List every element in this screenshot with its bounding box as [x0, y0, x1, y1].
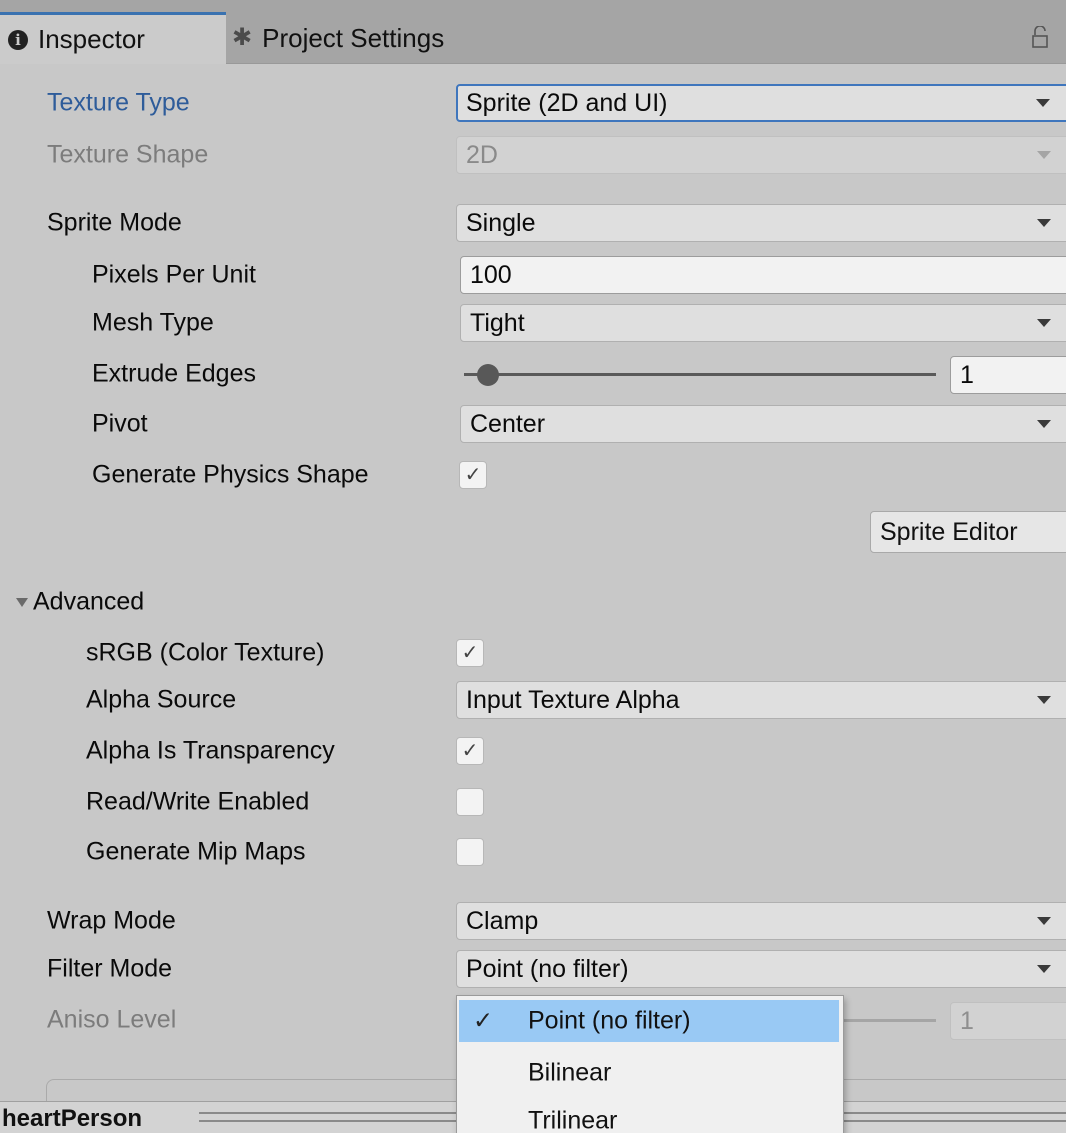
- alpha-is-transparency-label: Alpha Is Transparency: [86, 736, 335, 765]
- tab-project-settings-label: Project Settings: [262, 22, 445, 53]
- read-write-enabled-row: Read/Write Enabled: [0, 780, 1066, 824]
- srgb-label: sRGB (Color Texture): [86, 638, 325, 667]
- wrap-mode-label: Wrap Mode: [47, 906, 176, 935]
- generate-mip-maps-checkbox[interactable]: [456, 838, 484, 866]
- tab-project-settings[interactable]: ✱ Project Settings: [232, 12, 444, 64]
- filter-mode-popup: ✓ Point (no filter) Bilinear Trilinear: [456, 995, 844, 1133]
- chevron-down-icon: [1037, 965, 1051, 973]
- sprite-mode-dropdown[interactable]: Single: [456, 204, 1066, 242]
- pivot-label: Pivot: [92, 409, 148, 438]
- chevron-down-icon: [1037, 319, 1051, 327]
- alpha-is-transparency-row: Alpha Is Transparency ✓: [0, 729, 1066, 773]
- chevron-down-icon: [1037, 219, 1051, 227]
- filter-mode-label: Filter Mode: [47, 954, 173, 983]
- wrap-mode-value: Clamp: [466, 906, 539, 935]
- texture-shape-value: 2D: [466, 140, 498, 169]
- triangle-down-icon: [16, 598, 28, 607]
- asset-name: heartPerson: [2, 1105, 143, 1132]
- filter-option-trilinear[interactable]: Trilinear: [457, 1096, 843, 1133]
- generate-physics-shape-checkbox[interactable]: ✓: [459, 461, 487, 489]
- gear-icon: ✱: [232, 24, 253, 51]
- extrude-edges-label: Extrude Edges: [92, 359, 256, 388]
- texture-shape-row: Texture Shape 2D: [0, 133, 1066, 177]
- filter-option-point[interactable]: ✓ Point (no filter): [457, 996, 843, 1046]
- chevron-down-icon: [1037, 151, 1051, 159]
- texture-type-value: Sprite (2D and UI): [466, 88, 668, 117]
- texture-shape-dropdown: 2D: [456, 136, 1066, 174]
- mesh-type-dropdown[interactable]: Tight: [460, 304, 1066, 342]
- pixels-per-unit-row: Pixels Per Unit 100: [0, 253, 1066, 297]
- aniso-level-value: 1: [960, 1006, 974, 1035]
- srgb-checkbox[interactable]: ✓: [456, 639, 484, 667]
- texture-shape-label: Texture Shape: [47, 140, 209, 169]
- chevron-down-icon: [1037, 696, 1051, 704]
- tab-inspector[interactable]: i Inspector: [0, 12, 226, 64]
- alpha-source-value: Input Texture Alpha: [466, 685, 680, 714]
- checkmark-icon: ✓: [473, 1007, 494, 1035]
- extrude-edges-slider-track[interactable]: [464, 373, 936, 376]
- sprite-mode-row: Sprite Mode Single: [0, 201, 1066, 245]
- pixels-per-unit-label: Pixels Per Unit: [92, 260, 256, 289]
- chevron-down-icon: [1037, 917, 1051, 925]
- filter-option-label: Trilinear: [528, 1106, 618, 1133]
- mesh-type-value: Tight: [470, 308, 525, 337]
- extrude-edges-value: 1: [960, 360, 974, 389]
- wrap-mode-dropdown[interactable]: Clamp: [456, 902, 1066, 940]
- filter-option-label: Point (no filter): [528, 1006, 691, 1035]
- sprite-editor-row: Sprite Editor: [0, 509, 1066, 553]
- texture-type-row: Texture Type Sprite (2D and UI): [0, 81, 1066, 125]
- alpha-is-transparency-checkbox[interactable]: ✓: [456, 737, 484, 765]
- pivot-value: Center: [470, 409, 546, 438]
- sprite-mode-label: Sprite Mode: [47, 208, 182, 237]
- texture-type-dropdown[interactable]: Sprite (2D and UI): [456, 84, 1066, 122]
- pivot-row: Pivot Center: [0, 402, 1066, 446]
- pixels-per-unit-value: 100: [470, 260, 512, 289]
- aniso-level-input: 1: [950, 1002, 1066, 1040]
- extrude-edges-input[interactable]: 1: [950, 356, 1066, 394]
- sprite-editor-button[interactable]: Sprite Editor: [870, 511, 1066, 553]
- lock-icon[interactable]: [1032, 26, 1048, 48]
- mesh-type-label: Mesh Type: [92, 308, 214, 337]
- pixels-per-unit-input[interactable]: 100: [460, 256, 1066, 294]
- filter-option-bilinear[interactable]: Bilinear: [457, 1048, 843, 1098]
- sprite-mode-value: Single: [466, 208, 536, 237]
- alpha-source-dropdown[interactable]: Input Texture Alpha: [456, 681, 1066, 719]
- chevron-down-icon: [1036, 99, 1050, 107]
- filter-mode-value: Point (no filter): [466, 954, 629, 983]
- mesh-type-row: Mesh Type Tight: [0, 301, 1066, 345]
- tab-inspector-label: Inspector: [38, 24, 145, 54]
- aniso-level-label: Aniso Level: [47, 1005, 177, 1034]
- wrap-mode-row: Wrap Mode Clamp: [0, 899, 1066, 943]
- filter-mode-row: Filter Mode Point (no filter): [0, 947, 1066, 991]
- pivot-dropdown[interactable]: Center: [460, 405, 1066, 443]
- extrude-edges-slider-thumb[interactable]: [476, 364, 499, 386]
- texture-type-label: Texture Type: [47, 88, 190, 117]
- tab-bar: i Inspector ✱ Project Settings: [0, 0, 1066, 64]
- generate-mip-maps-label: Generate Mip Maps: [86, 837, 306, 866]
- chevron-down-icon: [1037, 420, 1051, 428]
- advanced-foldout[interactable]: Advanced: [0, 580, 1066, 624]
- generate-mip-maps-row: Generate Mip Maps: [0, 830, 1066, 874]
- generate-physics-shape-label: Generate Physics Shape: [92, 460, 369, 489]
- info-icon: i: [8, 29, 28, 50]
- alpha-source-row: Alpha Source Input Texture Alpha: [0, 678, 1066, 722]
- srgb-row: sRGB (Color Texture) ✓: [0, 631, 1066, 675]
- filter-mode-dropdown[interactable]: Point (no filter): [456, 950, 1066, 988]
- filter-option-label: Bilinear: [528, 1058, 612, 1087]
- generate-physics-shape-row: Generate Physics Shape ✓: [0, 453, 1066, 497]
- extrude-edges-row: Extrude Edges 1: [0, 352, 1066, 396]
- read-write-enabled-label: Read/Write Enabled: [86, 787, 310, 816]
- read-write-enabled-checkbox[interactable]: [456, 788, 484, 816]
- advanced-label: Advanced: [33, 587, 145, 616]
- alpha-source-label: Alpha Source: [86, 685, 237, 714]
